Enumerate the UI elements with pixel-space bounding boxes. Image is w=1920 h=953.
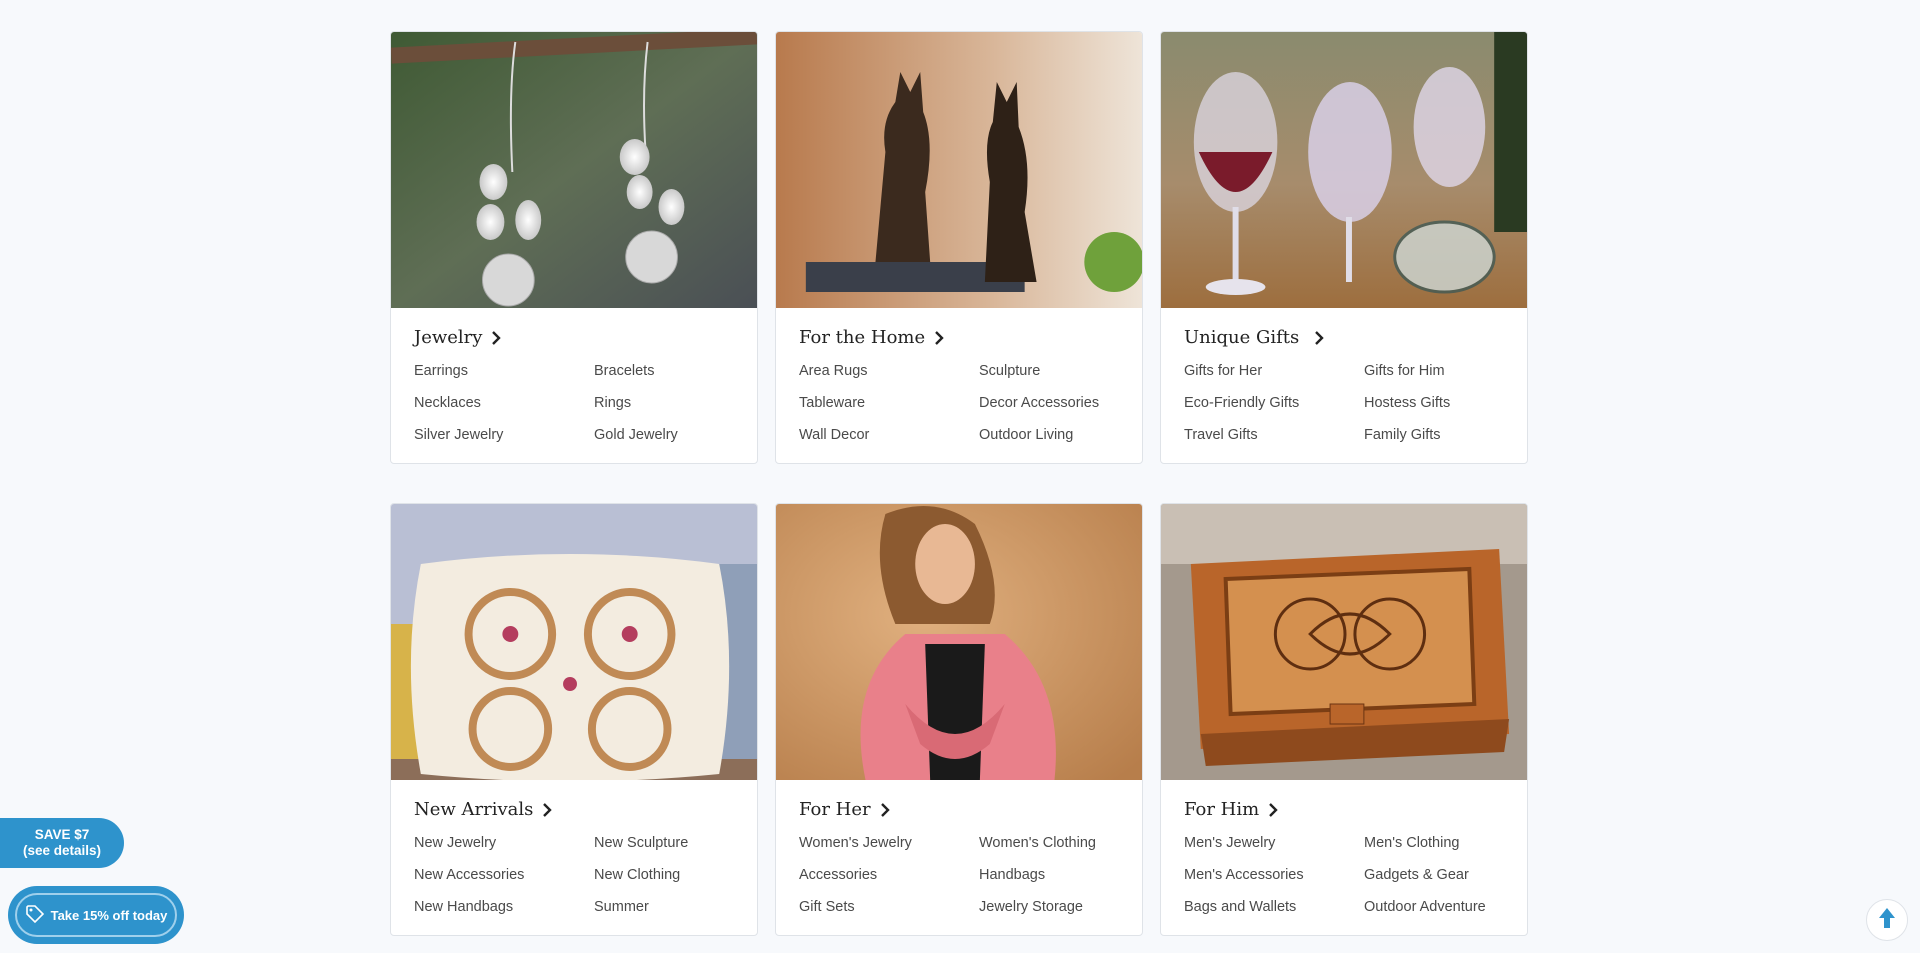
category-title-label: For the Home xyxy=(799,327,926,348)
chevron-right-icon xyxy=(934,330,944,345)
link-silver-jewelry[interactable]: Silver Jewelry xyxy=(414,426,594,445)
category-title-for-her[interactable]: For Her xyxy=(799,799,890,820)
link-mens-clothing[interactable]: Men's Clothing xyxy=(1364,834,1527,853)
category-title-jewelry[interactable]: Jewelry xyxy=(414,327,502,348)
save-tab[interactable]: SAVE $7 (see details) xyxy=(0,818,124,868)
save-tab-details: (see details) xyxy=(22,843,102,858)
category-card-for-him: For Him Men's Jewelry Men's Clothing Men… xyxy=(1160,503,1528,936)
tag-icon xyxy=(25,904,45,927)
for-her-image[interactable] xyxy=(776,504,1142,780)
category-card-for-the-home: For the Home Area Rugs Sculpture Tablewa… xyxy=(775,31,1143,464)
link-new-jewelry[interactable]: New Jewelry xyxy=(414,834,594,853)
category-links: Men's Jewelry Men's Clothing Men's Acces… xyxy=(1184,834,1517,917)
category-card-for-her: For Her Women's Jewelry Women's Clothing… xyxy=(775,503,1143,936)
link-gifts-for-him[interactable]: Gifts for Him xyxy=(1364,362,1527,381)
link-wall-decor[interactable]: Wall Decor xyxy=(799,426,979,445)
category-title-label: New Arrivals xyxy=(414,799,534,820)
arrow-up-icon xyxy=(1877,906,1897,935)
category-title-for-him[interactable]: For Him xyxy=(1184,799,1278,820)
for-him-image[interactable] xyxy=(1161,504,1527,780)
category-card-jewelry: Jewelry Earrings Bracelets Necklaces Rin… xyxy=(390,31,758,464)
category-links: Gifts for Her Gifts for Him Eco-Friendly… xyxy=(1184,362,1517,445)
chevron-right-icon xyxy=(542,802,553,817)
category-title-new-arrivals[interactable]: New Arrivals xyxy=(414,799,553,820)
category-card-new-arrivals: New Arrivals New Jewelry New Sculpture N… xyxy=(390,503,758,936)
category-title-label: For Her xyxy=(799,799,871,820)
link-eco-friendly-gifts[interactable]: Eco-Friendly Gifts xyxy=(1184,394,1364,413)
link-summer[interactable]: Summer xyxy=(594,898,757,917)
category-title-unique-gifts[interactable]: Unique Gifts xyxy=(1184,327,1324,348)
link-area-rugs[interactable]: Area Rugs xyxy=(799,362,979,381)
promo-inner: Take 15% off today xyxy=(15,893,177,937)
chevron-right-icon xyxy=(491,330,502,345)
link-travel-gifts[interactable]: Travel Gifts xyxy=(1184,426,1364,445)
link-earrings[interactable]: Earrings xyxy=(414,362,594,381)
link-gifts-for-her[interactable]: Gifts for Her xyxy=(1184,362,1364,381)
link-womens-clothing[interactable]: Women's Clothing xyxy=(979,834,1142,853)
scroll-to-top-button[interactable] xyxy=(1866,899,1908,941)
link-outdoor-living[interactable]: Outdoor Living xyxy=(979,426,1142,445)
save-tab-amount: SAVE $7 xyxy=(34,827,90,842)
link-womens-jewelry[interactable]: Women's Jewelry xyxy=(799,834,979,853)
link-gold-jewelry[interactable]: Gold Jewelry xyxy=(594,426,757,445)
category-links: New Jewelry New Sculpture New Accessorie… xyxy=(414,834,747,917)
link-new-sculpture[interactable]: New Sculpture xyxy=(594,834,757,853)
link-mens-accessories[interactable]: Men's Accessories xyxy=(1184,866,1364,885)
link-outdoor-adventure[interactable]: Outdoor Adventure xyxy=(1364,898,1527,917)
link-bracelets[interactable]: Bracelets xyxy=(594,362,757,381)
link-new-clothing[interactable]: New Clothing xyxy=(594,866,757,885)
promo-button[interactable]: Take 15% off today xyxy=(8,886,184,944)
category-title-label: Jewelry xyxy=(414,327,483,348)
category-links: Women's Jewelry Women's Clothing Accesso… xyxy=(799,834,1132,917)
link-necklaces[interactable]: Necklaces xyxy=(414,394,594,413)
home-decor-image[interactable] xyxy=(776,32,1142,308)
link-decor-accessories[interactable]: Decor Accessories xyxy=(979,394,1142,413)
link-gadgets-gear[interactable]: Gadgets & Gear xyxy=(1364,866,1527,885)
link-bags-and-wallets[interactable]: Bags and Wallets xyxy=(1184,898,1364,917)
link-handbags[interactable]: Handbags xyxy=(979,866,1142,885)
link-new-handbags[interactable]: New Handbags xyxy=(414,898,594,917)
link-sculpture[interactable]: Sculpture xyxy=(979,362,1142,381)
chevron-right-icon xyxy=(1314,330,1324,345)
link-hostess-gifts[interactable]: Hostess Gifts xyxy=(1364,394,1527,413)
chevron-right-icon xyxy=(880,802,890,817)
new-arrivals-image[interactable] xyxy=(391,504,757,780)
chevron-right-icon xyxy=(1268,802,1278,817)
link-accessories[interactable]: Accessories xyxy=(799,866,979,885)
link-jewelry-storage[interactable]: Jewelry Storage xyxy=(979,898,1142,917)
category-links: Earrings Bracelets Necklaces Rings Silve… xyxy=(414,362,747,445)
promo-label: Take 15% off today xyxy=(50,907,168,923)
jewelry-image[interactable] xyxy=(391,32,757,308)
category-card-unique-gifts: Unique Gifts Gifts for Her Gifts for Him… xyxy=(1160,31,1528,464)
link-family-gifts[interactable]: Family Gifts xyxy=(1364,426,1527,445)
category-title-label: Unique Gifts xyxy=(1184,327,1300,348)
link-rings[interactable]: Rings xyxy=(594,394,757,413)
link-mens-jewelry[interactable]: Men's Jewelry xyxy=(1184,834,1364,853)
link-gift-sets[interactable]: Gift Sets xyxy=(799,898,979,917)
category-title-for-the-home[interactable]: For the Home xyxy=(799,327,944,348)
category-title-label: For Him xyxy=(1184,799,1260,820)
link-new-accessories[interactable]: New Accessories xyxy=(414,866,594,885)
link-tableware[interactable]: Tableware xyxy=(799,394,979,413)
gifts-image[interactable] xyxy=(1161,32,1527,308)
category-links: Area Rugs Sculpture Tableware Decor Acce… xyxy=(799,362,1132,445)
